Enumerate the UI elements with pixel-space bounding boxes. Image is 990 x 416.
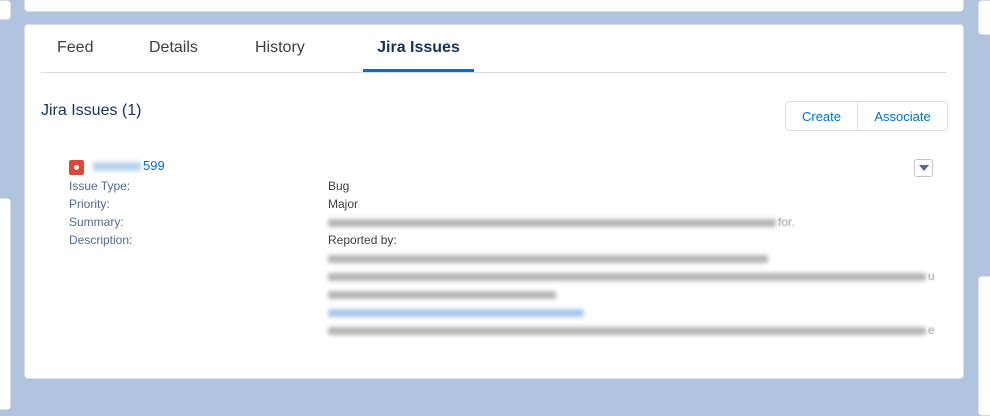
- left-card-top: [0, 0, 11, 20]
- description-value: Reported by:: [328, 233, 397, 247]
- action-buttons: Create Associate: [785, 101, 948, 131]
- redacted-description-line-1: [328, 255, 768, 263]
- issue-key-link[interactable]: 599: [93, 158, 165, 173]
- tab-feed[interactable]: Feed: [57, 39, 93, 57]
- description-line-5-tail: e: [928, 323, 935, 337]
- related-card: Feed Details History Jira Issues Jira Is…: [24, 24, 964, 379]
- bug-icon: [69, 160, 84, 175]
- tab-history[interactable]: History: [255, 39, 305, 57]
- left-card-bottom: [0, 198, 11, 410]
- redacted-summary: [328, 219, 776, 227]
- summary-tail: for.: [778, 215, 795, 229]
- priority-label: Priority:: [69, 197, 110, 211]
- redacted-key: [93, 162, 141, 172]
- redacted-description-line-3: [328, 291, 556, 299]
- tab-jira-issues[interactable]: Jira Issues: [363, 39, 474, 57]
- description-label: Description:: [69, 233, 133, 247]
- issue-actions-dropdown[interactable]: [914, 159, 933, 177]
- description-line-2-tail: u: [928, 269, 935, 283]
- active-tab-indicator: [363, 69, 474, 72]
- redacted-description-link[interactable]: [328, 309, 584, 317]
- redacted-description-line-2: [328, 273, 926, 281]
- issue-type-label: Issue Type:: [69, 179, 131, 193]
- tab-bar: Feed Details History Jira Issues: [41, 25, 947, 73]
- section-title: Jira Issues (1): [41, 102, 142, 119]
- associate-button[interactable]: Associate: [858, 101, 948, 131]
- redacted-description-line-5: [328, 327, 926, 335]
- right-card-bottom: [978, 276, 990, 416]
- top-card: [24, 0, 964, 12]
- priority-value: Major: [328, 197, 359, 211]
- right-card-top: [978, 0, 990, 35]
- create-button[interactable]: Create: [785, 101, 858, 131]
- issue-type-value: Bug: [328, 179, 350, 193]
- tab-details[interactable]: Details: [149, 39, 198, 57]
- summary-label: Summary:: [69, 215, 124, 229]
